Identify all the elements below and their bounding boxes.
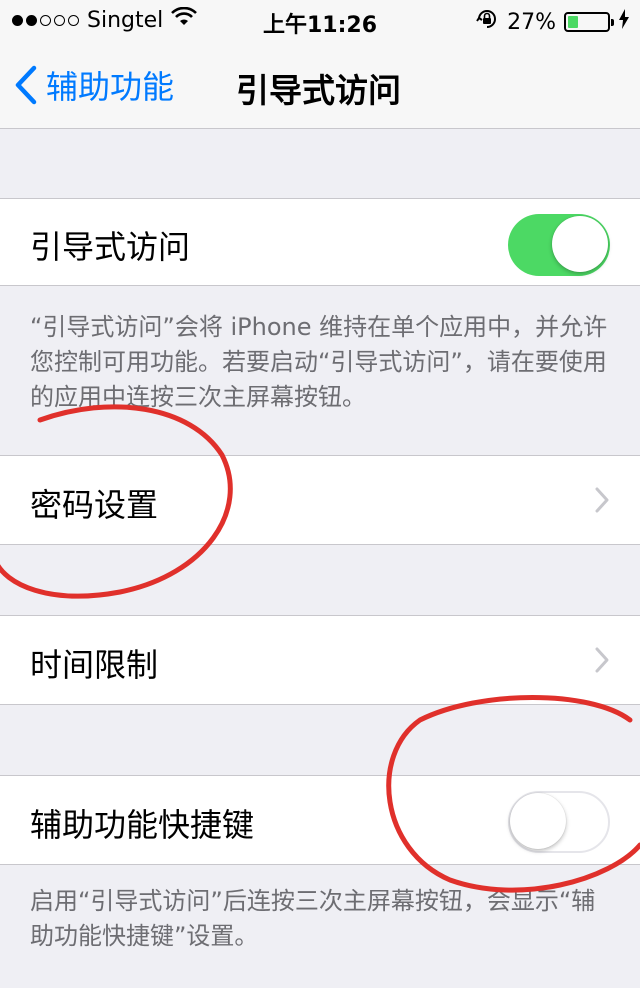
top-bar: Singtel 上午11:26 27% 辅助功能 引导式访问 [0, 0, 640, 129]
orientation-lock-icon [475, 7, 499, 37]
passcode-settings-label: 密码设置 [30, 486, 159, 524]
accessibility-shortcut-row: 辅助功能快捷键 [0, 775, 640, 865]
time-limits-label: 时间限制 [30, 646, 159, 684]
battery-level-fill [568, 16, 578, 28]
back-button-label: 辅助功能 [46, 68, 175, 106]
toggle-knob [510, 793, 566, 849]
chevron-left-icon [15, 65, 37, 105]
guided-access-description: “引导式访问”会将 iPhone 维持在单个应用中，并允许您控制可用功能。若要启… [30, 313, 608, 411]
back-button[interactable]: 辅助功能 [14, 62, 174, 108]
battery-percent: 27% [507, 9, 556, 35]
guided-access-label: 引导式访问 [30, 228, 191, 266]
accessibility-shortcut-toggle[interactable] [508, 791, 610, 853]
passcode-settings-row[interactable]: 密码设置 [0, 455, 640, 545]
battery-icon [564, 12, 614, 32]
accessibility-shortcut-label: 辅助功能快捷键 [30, 806, 255, 844]
status-right: 27% [475, 7, 630, 37]
guided-access-row: 引导式访问 [0, 198, 640, 286]
accessibility-shortcut-description: 启用“引导式访问”后连按三次主屏幕按钮，会显示“辅助功能快捷键”设置。 [30, 887, 596, 950]
guided-access-toggle[interactable] [508, 214, 610, 276]
page-title: 引导式访问 [236, 71, 401, 110]
charging-bolt-icon [618, 9, 630, 35]
chevron-right-icon [595, 487, 609, 513]
time-limits-row[interactable]: 时间限制 [0, 615, 640, 705]
toggle-knob [552, 216, 608, 272]
navigation-bar: 辅助功能 引导式访问 [0, 40, 640, 128]
chevron-right-icon [595, 647, 609, 673]
status-bar: Singtel 上午11:26 27% [0, 0, 640, 40]
